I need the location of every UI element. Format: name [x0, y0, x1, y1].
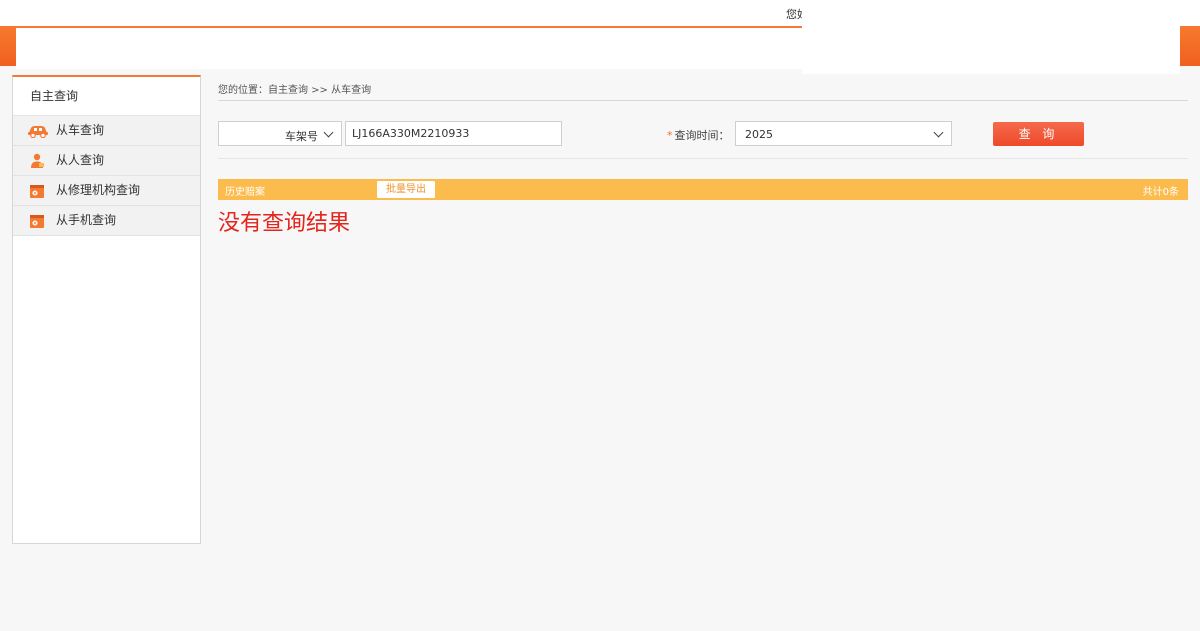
sidebar-item-label: 从车查询	[56, 123, 105, 137]
query-time-select[interactable]: 2025	[735, 121, 952, 146]
query-time-label: * 查询时间：	[667, 127, 730, 143]
required-mark: *	[667, 129, 673, 142]
person-icon	[31, 153, 44, 168]
empty-result-message: 没有查询结果	[218, 211, 351, 236]
sidebar-item-label: 从人查询	[56, 153, 105, 167]
query-time-label-text: 查询时间：	[674, 129, 730, 142]
sidebar-item-label: 从修理机构查询	[56, 183, 141, 197]
sidebar-title: 自主查询	[13, 77, 200, 116]
breadcrumb-divider	[218, 100, 1188, 101]
result-title: 历史赔案	[225, 187, 265, 198]
phone-query-icon	[30, 215, 44, 228]
sidebar: 自主查询 从车查询 从人查询 从修理机构查询 从手机查询	[12, 75, 201, 544]
chevron-down-icon	[323, 127, 334, 138]
sidebar-item-car-query[interactable]: 从车查询	[13, 116, 200, 146]
repair-shop-icon	[30, 185, 44, 198]
header-panel-right	[802, 0, 1180, 74]
chevron-down-icon	[933, 127, 944, 138]
result-count: 共计0条	[1142, 187, 1179, 198]
sidebar-item-phone-query[interactable]: 从手机查询	[13, 206, 200, 236]
sidebar-item-label: 从手机查询	[56, 213, 117, 227]
breadcrumb: 您的位置：自主查询 >> 从车查询	[218, 85, 372, 96]
batch-export-button[interactable]: 批量导出	[377, 181, 435, 198]
car-icon	[28, 126, 48, 138]
vin-input[interactable]	[345, 121, 562, 146]
result-header-bar: 历史赔案 批量导出 共计0条	[218, 179, 1188, 200]
query-type-select[interactable]: 车架号	[218, 121, 342, 146]
query-type-value: 车架号	[285, 130, 318, 143]
form-divider	[218, 158, 1188, 159]
query-time-value: 2025	[745, 128, 773, 141]
header-panel	[16, 26, 802, 69]
query-button[interactable]: 查 询	[993, 122, 1084, 146]
sidebar-item-repair-query[interactable]: 从修理机构查询	[13, 176, 200, 206]
sidebar-item-person-query[interactable]: 从人查询	[13, 146, 200, 176]
